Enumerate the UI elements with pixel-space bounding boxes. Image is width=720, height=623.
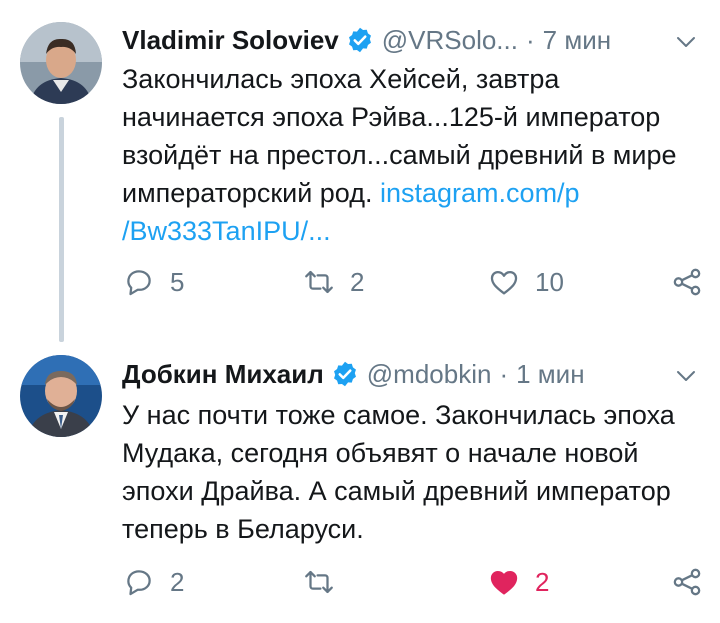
separator-dot: · [499, 358, 509, 389]
reply-icon [122, 565, 156, 599]
reply-button[interactable]: 2 [122, 562, 184, 602]
tweet-actions: 5 2 10 [122, 262, 702, 302]
link-part-1[interactable]: instagram.com/p [380, 178, 580, 208]
like-button[interactable]: 2 [487, 562, 549, 602]
tweet-header: Добкин Михаил @mdobkin · 1 мин [122, 354, 585, 394]
tweet[interactable]: Добкин Михаил @mdobkin · 1 мин У нас поч… [0, 340, 720, 623]
reply-icon [122, 265, 156, 299]
share-button[interactable] [670, 562, 704, 602]
tweet[interactable]: Vladimir Soloviev @VRSolo... · 7 мин Зак… [0, 0, 720, 340]
author-name[interactable]: Vladimir Soloviev [122, 25, 339, 56]
reply-count: 5 [170, 266, 185, 297]
timestamp[interactable]: 1 мин [516, 359, 584, 390]
reply-button[interactable]: 5 [122, 262, 184, 302]
retweet-count: 2 [350, 266, 365, 297]
separator-dot: · [525, 24, 535, 55]
avatar[interactable] [20, 22, 102, 104]
like-count: 10 [535, 266, 564, 297]
heart-icon [487, 265, 521, 299]
author-name[interactable]: Добкин Михаил [122, 359, 324, 390]
reply-count: 2 [170, 566, 185, 597]
share-icon [670, 565, 704, 599]
like-count: 2 [535, 566, 550, 597]
verified-badge-icon [346, 26, 374, 54]
tweet-actions: 2 2 [122, 562, 702, 602]
like-button[interactable]: 10 [487, 262, 564, 302]
tweet-text: У нас почти тоже самое. Закончилась эпох… [122, 400, 675, 544]
chevron-down-icon[interactable] [674, 30, 698, 54]
link-part-2[interactable]: /Bw333TanIPU/... [122, 216, 331, 246]
verified-badge-icon [331, 360, 359, 388]
retweet-icon [302, 265, 336, 299]
chevron-down-icon[interactable] [674, 364, 698, 388]
share-button[interactable] [670, 262, 704, 302]
share-icon [670, 265, 704, 299]
avatar[interactable] [20, 355, 102, 437]
author-handle[interactable]: @VRSolo... [382, 25, 518, 56]
tweet-text: Закончилась эпоха Хейсей, завтра начинае… [122, 60, 702, 250]
author-handle[interactable]: @mdobkin [367, 359, 492, 390]
retweet-icon [302, 565, 336, 599]
retweet-button[interactable] [302, 562, 350, 602]
heart-icon [487, 565, 521, 599]
timestamp[interactable]: 7 мин [543, 25, 611, 56]
tweet-header: Vladimir Soloviev @VRSolo... · 7 мин [122, 20, 611, 60]
retweet-button[interactable]: 2 [302, 262, 364, 302]
